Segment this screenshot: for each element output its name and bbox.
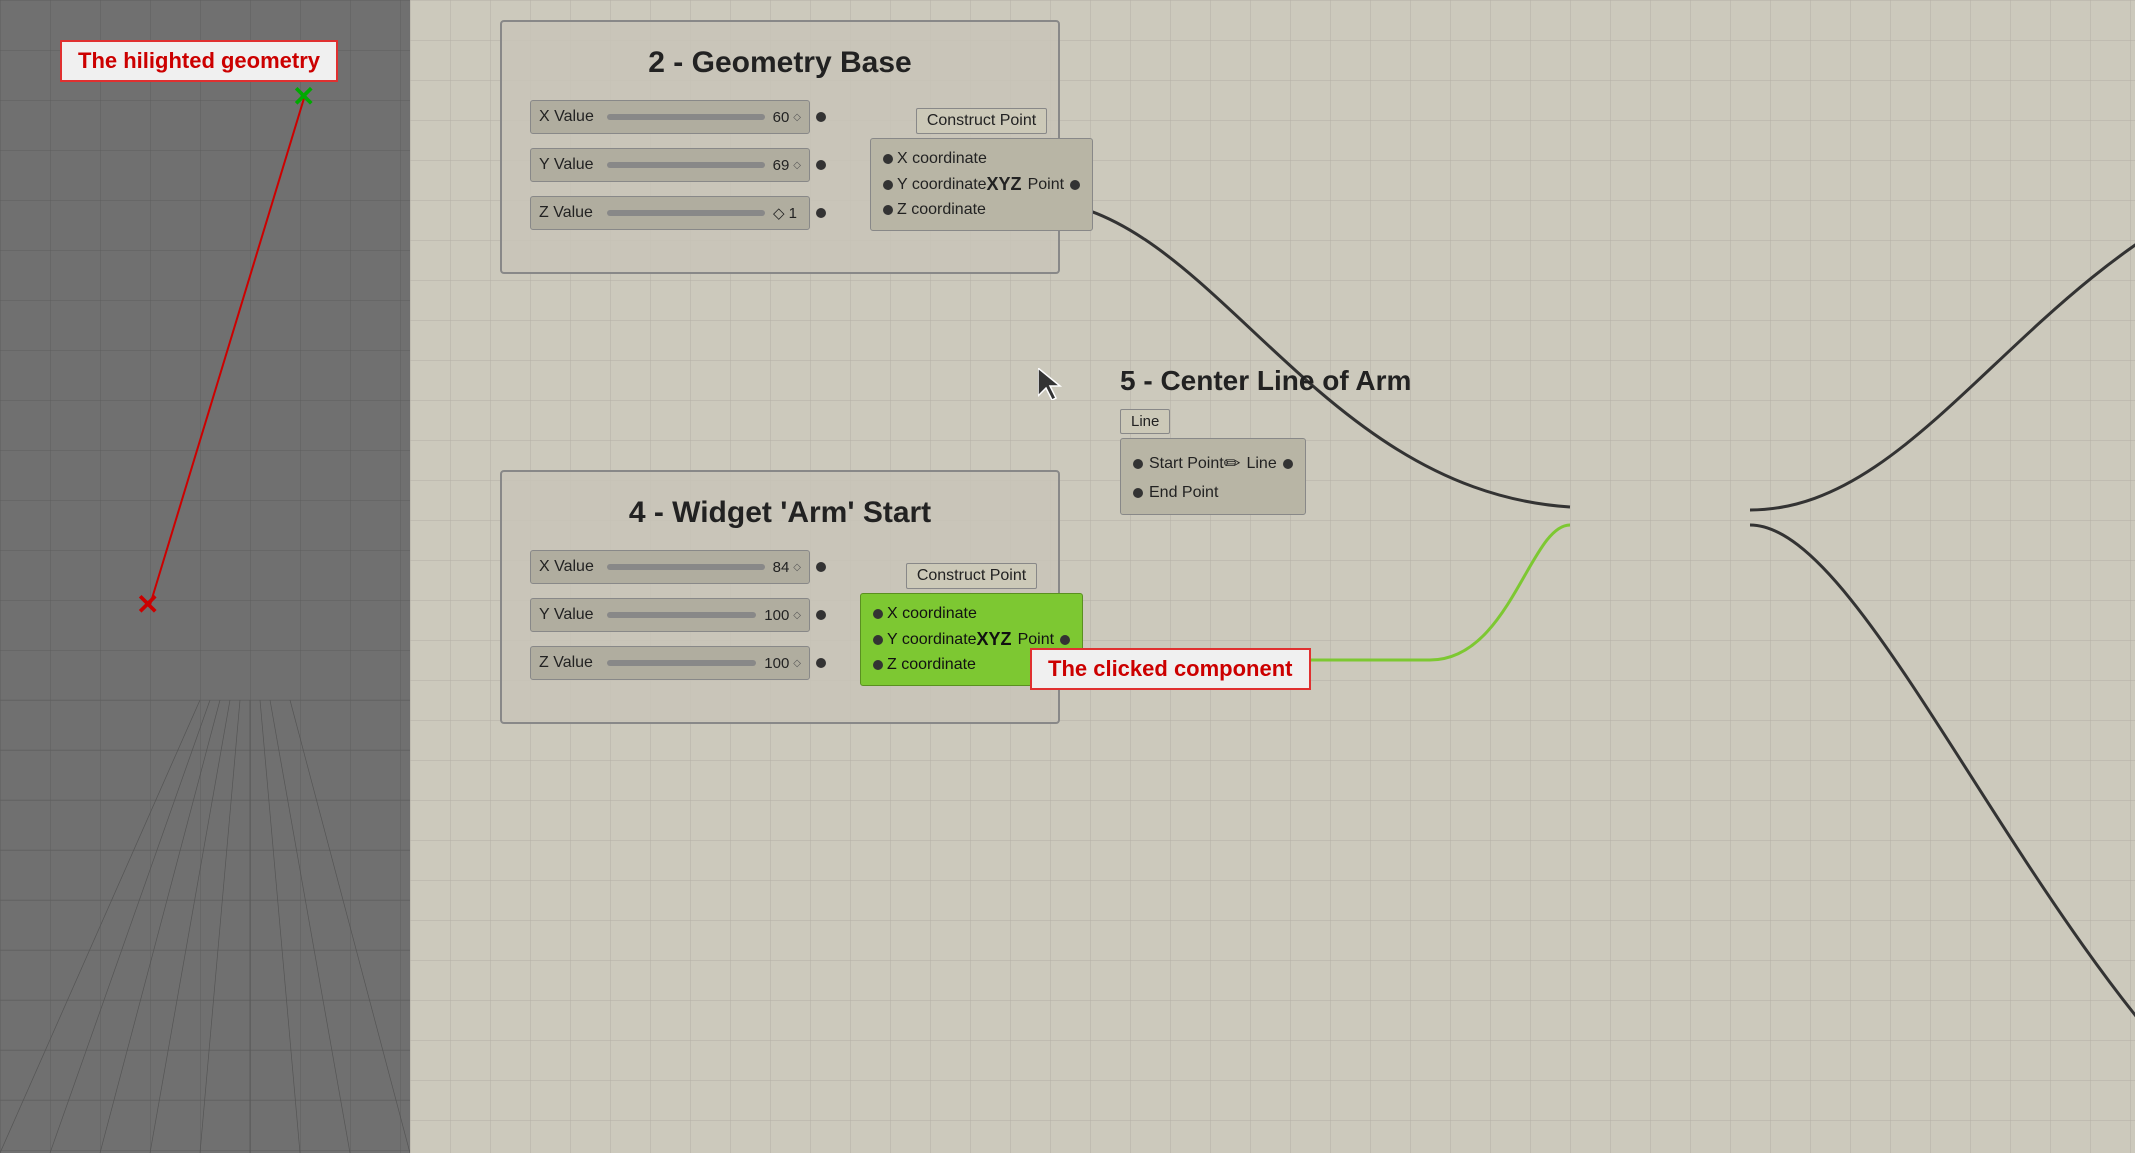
- line-start-row: Start Point ✏ Line: [1133, 447, 1293, 480]
- wa-z-value-slider[interactable]: Z Value 100 ◇: [530, 646, 810, 680]
- line-end-label: End Point: [1149, 484, 1218, 502]
- y-slider-value: 69: [773, 157, 790, 174]
- wa-z-connector-right: [816, 658, 826, 668]
- construct-point-wa-label: Construct Point: [906, 563, 1037, 589]
- cp-gb-x-left: [883, 154, 893, 164]
- cp-gb-z-label: Z coordinate: [897, 201, 986, 219]
- cp-gb-z-left: [883, 205, 893, 215]
- z-connector-right: [816, 208, 826, 218]
- cp-gb-y-left: [883, 180, 893, 190]
- pencil-icon: ✏: [1224, 451, 1241, 476]
- x-value-label: X Value: [539, 108, 599, 126]
- highlight-label: The hilighted geometry: [60, 40, 338, 82]
- y-value-slider[interactable]: Y Value 69 ◇: [530, 148, 810, 182]
- wa-x-value-label: X Value: [539, 558, 599, 576]
- x-slider-track[interactable]: [607, 114, 765, 120]
- cp-wa-z-left: [873, 660, 883, 670]
- z-value-slider[interactable]: Z Value ◇ 1: [530, 196, 810, 230]
- cp-gb-z-row: Z coordinate: [883, 198, 1080, 222]
- viewport-grid: [0, 0, 410, 1153]
- line-node[interactable]: Start Point ✏ Line End Point: [1120, 438, 1306, 515]
- clicked-component-label: The clicked component: [1030, 648, 1311, 690]
- wa-x-diamond: ◇: [793, 562, 801, 573]
- cp-gb-x-row: X coordinate: [883, 147, 1080, 171]
- widget-arm-title: 4 - Widget 'Arm' Start: [530, 496, 1030, 530]
- cp-wa-z-label: Z coordinate: [887, 656, 976, 674]
- cp-gb-point-label: Point: [1028, 176, 1064, 194]
- construct-point-gb-node[interactable]: X coordinate Y coordinate XYZ Point Z co…: [870, 138, 1093, 231]
- cp-wa-y-label: Y coordinate: [887, 631, 977, 649]
- center-line-title: 5 - Center Line of Arm: [1120, 365, 1411, 397]
- cp-gb-y-row: Y coordinate XYZ Point: [883, 171, 1080, 198]
- red-marker-bottom: ✕: [136, 588, 159, 621]
- viewport-panel: ✕ ✕ The hilighted geometry: [0, 0, 410, 1153]
- wa-x-slider-track[interactable]: [607, 564, 765, 570]
- x-value-slider[interactable]: X Value 60 ◇: [530, 100, 810, 134]
- line-end-row: End Point: [1133, 480, 1293, 506]
- cp-wa-x-label: X coordinate: [887, 605, 977, 623]
- wa-z-diamond: ◇: [793, 658, 801, 669]
- construct-point-gb-wrapper: Construct Point X coordinate Y coordinat…: [870, 108, 1093, 231]
- y-value-label: Y Value: [539, 156, 599, 174]
- wa-z-slider-value: 100: [764, 655, 789, 672]
- cursor: [1038, 368, 1062, 405]
- z-slider-value: ◇ 1: [773, 204, 797, 222]
- cp-wa-x-row: X coordinate: [873, 602, 1070, 626]
- wa-y-value-label: Y Value: [539, 606, 599, 624]
- cp-wa-right: XYZ Point: [977, 629, 1070, 650]
- line-end-left-dot: [1133, 488, 1143, 498]
- x-slider-value: 60: [773, 109, 790, 126]
- x-diamond: ◇: [793, 112, 801, 123]
- wa-y-connector-right: [816, 610, 826, 620]
- wa-z-value-label: Z Value: [539, 654, 599, 672]
- cp-gb-x-label: X coordinate: [897, 150, 987, 168]
- y-slider-track[interactable]: [607, 162, 765, 168]
- y-diamond: ◇: [793, 160, 801, 171]
- wa-x-value-slider[interactable]: X Value 84 ◇: [530, 550, 810, 584]
- wa-y-slider-track[interactable]: [607, 612, 756, 618]
- line-label-box: Line: [1120, 409, 1170, 434]
- line-right-dot: [1283, 459, 1293, 469]
- geometry-base-title: 2 - Geometry Base: [530, 46, 1030, 80]
- cp-gb-right: XYZ Point: [987, 174, 1080, 195]
- wa-x-connector-right: [816, 562, 826, 572]
- xyz-icon-wa: XYZ: [977, 629, 1012, 650]
- cp-wa-right-dot: [1060, 635, 1070, 645]
- cp-gb-right-dot: [1070, 180, 1080, 190]
- wa-z-slider-track[interactable]: [607, 660, 756, 666]
- center-line-group: 5 - Center Line of Arm Line Start Point …: [1120, 365, 1411, 515]
- wa-y-diamond: ◇: [793, 610, 801, 621]
- cp-gb-y-label: Y coordinate: [897, 176, 987, 194]
- line-output-label: Line: [1246, 455, 1276, 473]
- cp-wa-point-label: Point: [1018, 631, 1054, 649]
- line-start-label: Start Point: [1149, 455, 1224, 473]
- xyz-icon-gb: XYZ: [987, 174, 1022, 195]
- y-connector-right: [816, 160, 826, 170]
- x-connector-right: [816, 112, 826, 122]
- construct-point-gb-label: Construct Point: [916, 108, 1047, 134]
- cp-wa-x-left: [873, 609, 883, 619]
- canvas-area: 2 - Geometry Base X Value 60 ◇ Y Value 6…: [410, 0, 2135, 1153]
- z-slider-track[interactable]: [607, 210, 765, 216]
- z-value-label: Z Value: [539, 204, 599, 222]
- wa-x-slider-value: 84: [773, 559, 790, 576]
- green-marker-top: ✕: [292, 80, 315, 113]
- wa-y-value-slider[interactable]: Y Value 100 ◇: [530, 598, 810, 632]
- line-start-left-dot: [1133, 459, 1143, 469]
- wa-y-slider-value: 100: [764, 607, 789, 624]
- cp-wa-y-left: [873, 635, 883, 645]
